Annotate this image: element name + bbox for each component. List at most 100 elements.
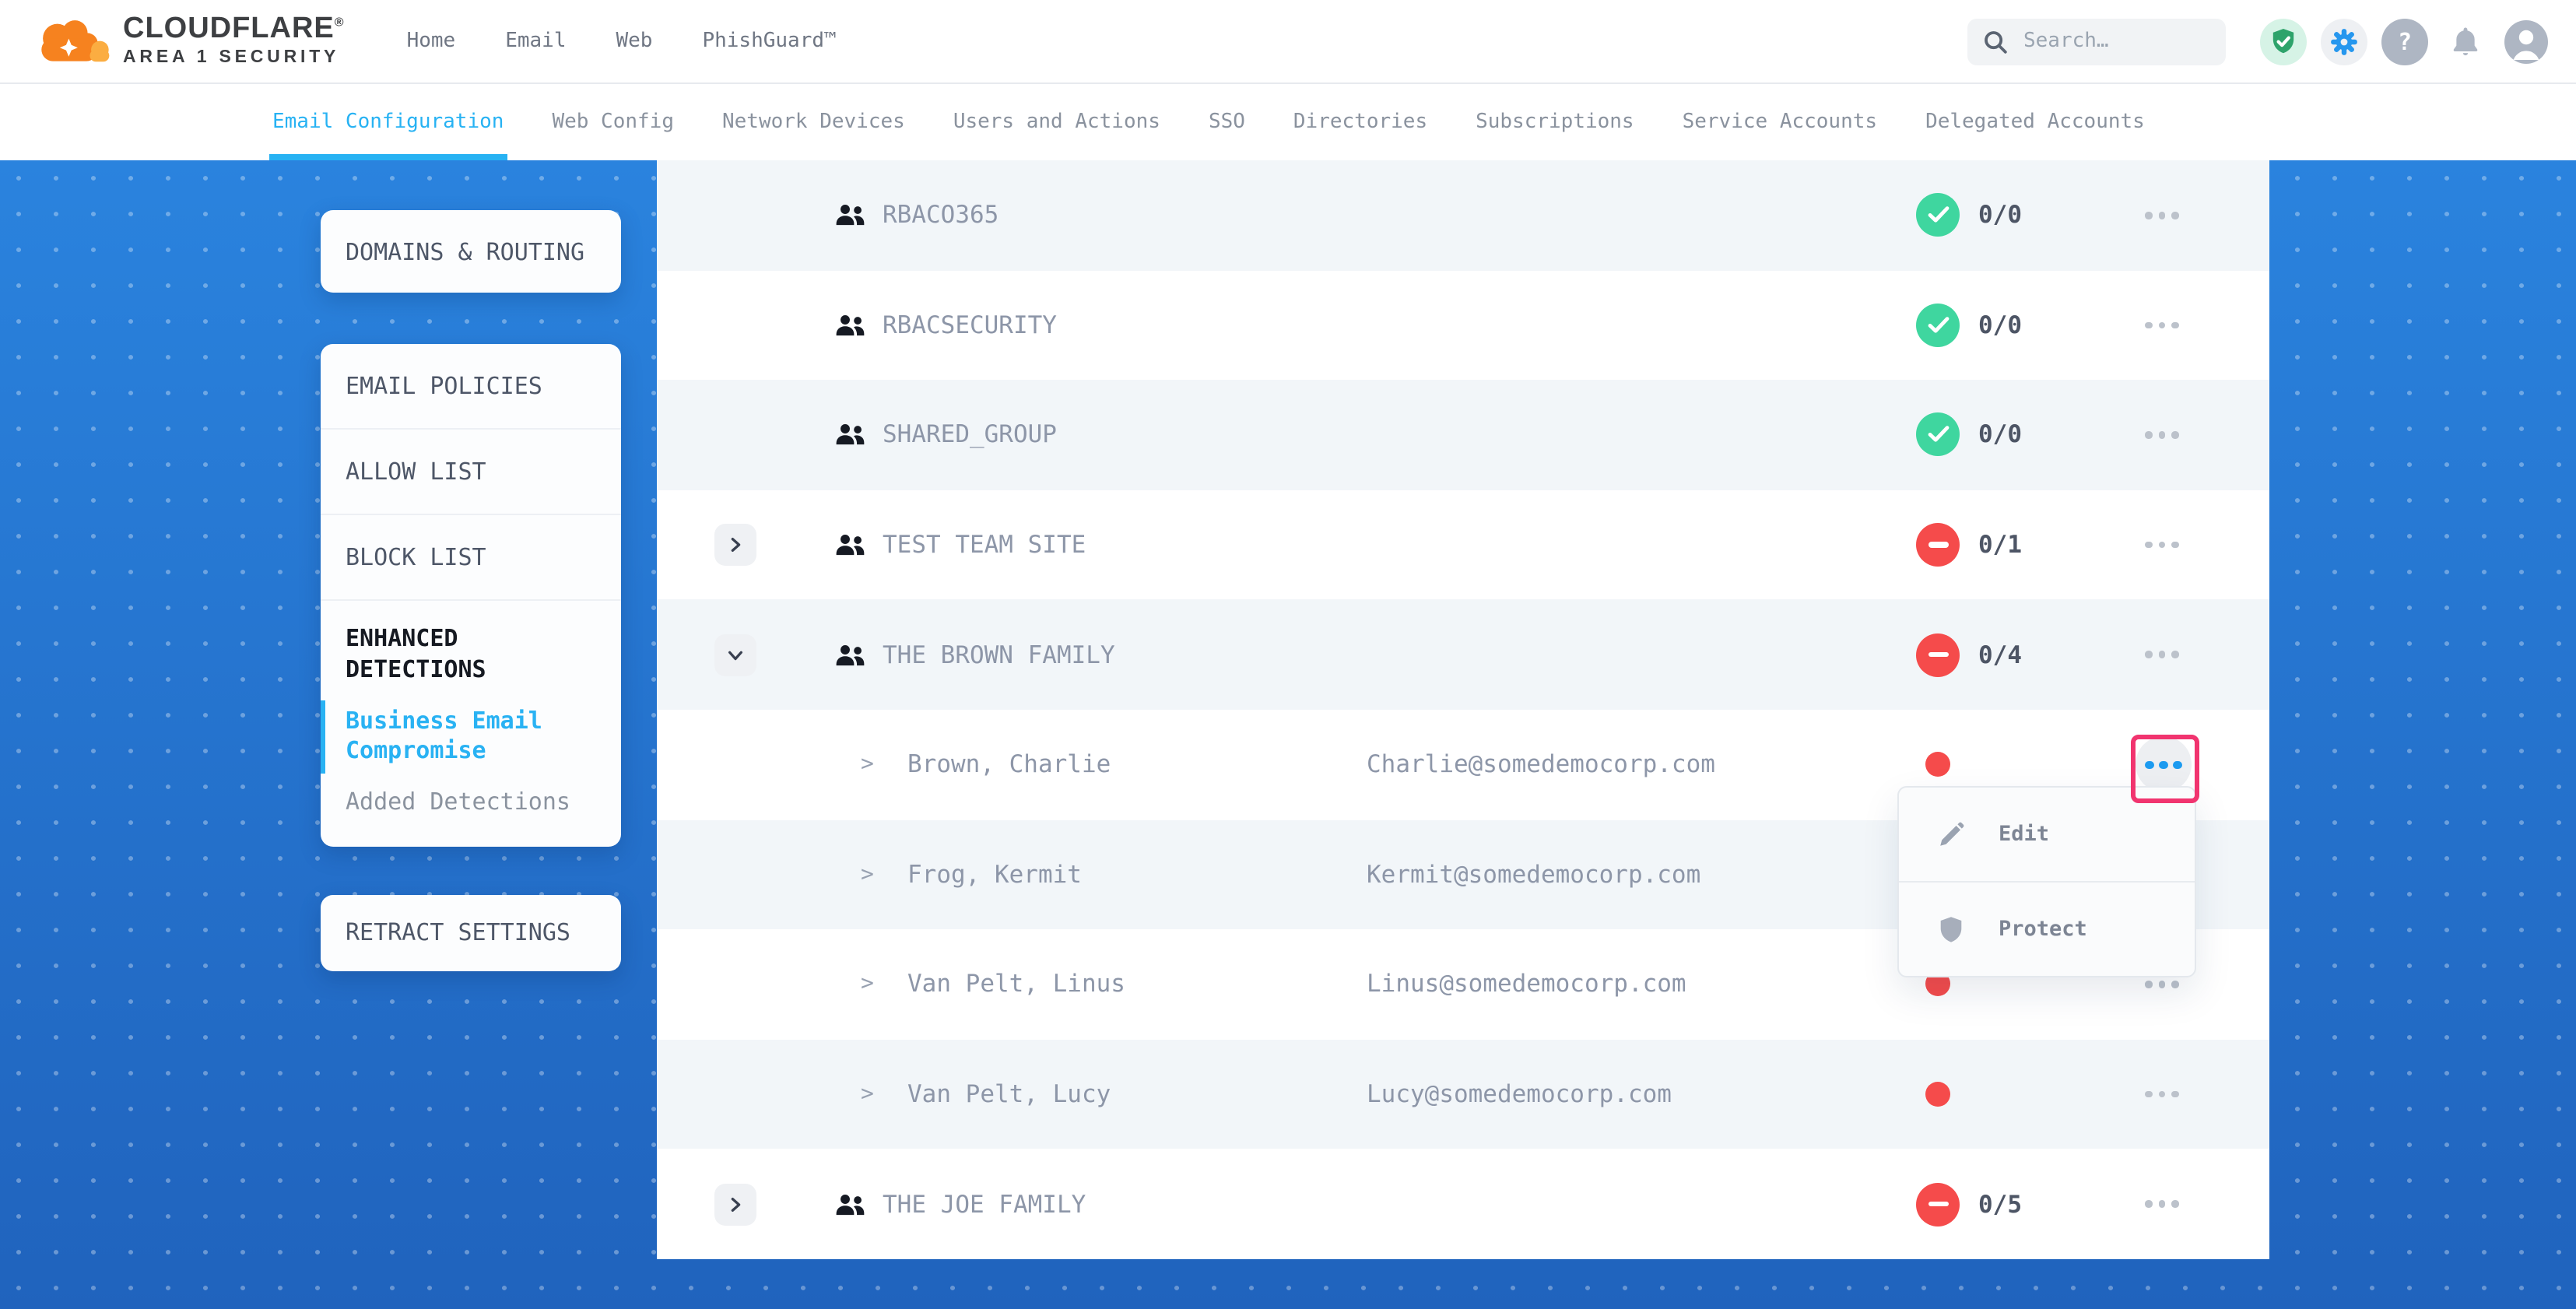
protected-count: 0/0 bbox=[1978, 202, 2022, 230]
tab-service-accounts[interactable]: Service Accounts bbox=[1683, 84, 1877, 160]
sidebar: DOMAINS & ROUTING EMAIL POLICIES ALLOW L… bbox=[321, 160, 621, 971]
group-people-icon bbox=[834, 643, 867, 666]
groups-table: RBACO365 0/0 RBACSECURITY bbox=[657, 160, 2269, 1259]
area1-security-app: CLOUDFLARE® AREA 1 SECURITY Home Email W… bbox=[0, 0, 2576, 1309]
brand-logo[interactable]: CLOUDFLARE® AREA 1 SECURITY bbox=[33, 9, 345, 74]
sidebar-item-added-detections[interactable]: Added Detections bbox=[346, 788, 599, 819]
primary-nav: Home Email Web PhishGuard™ bbox=[407, 30, 837, 53]
status-slot bbox=[1916, 1182, 1960, 1226]
sidebar-item-block-list[interactable]: BLOCK LIST bbox=[321, 514, 621, 599]
tab-directories[interactable]: Directories bbox=[1293, 84, 1427, 160]
table-row[interactable]: SHARED_GROUP 0/0 bbox=[657, 380, 2269, 490]
expand-chevron-right-button[interactable] bbox=[714, 1183, 756, 1225]
row-overflow-menu-button[interactable] bbox=[2136, 307, 2188, 344]
sidebar-item-business-email-compromise[interactable]: Business Email Compromise bbox=[346, 706, 599, 767]
shield-icon bbox=[1936, 914, 1966, 944]
tab-delegated-accounts[interactable]: Delegated Accounts bbox=[1925, 84, 2145, 160]
context-menu-label: Protect bbox=[1999, 917, 2087, 942]
search-icon bbox=[1983, 29, 2008, 54]
sidebar-item-domains-routing[interactable]: DOMAINS & ROUTING bbox=[321, 210, 621, 293]
collapse-chevron-down-button[interactable] bbox=[714, 633, 756, 676]
nav-link-home[interactable]: Home bbox=[407, 30, 456, 53]
nav-link-web[interactable]: Web bbox=[616, 30, 653, 53]
tab-network-devices[interactable]: Network Devices bbox=[722, 84, 905, 160]
table-row[interactable]: RBACSECURITY 0/0 bbox=[657, 270, 2269, 380]
row-overflow-menu-button[interactable] bbox=[2136, 636, 2188, 673]
status-dot bbox=[1925, 753, 1950, 777]
brand-name: CLOUDFLARE® bbox=[123, 15, 345, 44]
member-name: Brown, Charlie bbox=[907, 751, 1111, 779]
row-overflow-menu-button[interactable] bbox=[2136, 526, 2188, 563]
protected-count: 0/0 bbox=[1978, 421, 2022, 449]
group-people-icon bbox=[834, 314, 867, 337]
status-slot bbox=[1916, 304, 1960, 347]
protected-count: 0/5 bbox=[1978, 1190, 2022, 1218]
table-row[interactable]: THE JOE FAMILY 0/5 bbox=[657, 1149, 2269, 1259]
tab-web-config[interactable]: Web Config bbox=[552, 84, 674, 160]
top-header: CLOUDFLARE® AREA 1 SECURITY Home Email W… bbox=[0, 0, 2576, 84]
group-people-icon bbox=[834, 533, 867, 556]
group-people-icon bbox=[834, 423, 867, 447]
header-icons: ? bbox=[2260, 18, 2550, 65]
member-chevron[interactable]: > bbox=[861, 972, 874, 997]
table-row[interactable]: RBACO365 0/0 bbox=[657, 160, 2269, 270]
account-icon[interactable] bbox=[2503, 18, 2550, 65]
search-input[interactable] bbox=[2020, 28, 2213, 54]
status-slot bbox=[1916, 1072, 1960, 1116]
member-chevron[interactable]: > bbox=[861, 1082, 874, 1107]
row-overflow-menu-button[interactable] bbox=[2136, 416, 2188, 454]
sidebar-item-retract-settings[interactable]: RETRACT SETTINGS bbox=[321, 895, 621, 971]
group-name: TEST TEAM SITE bbox=[883, 531, 1086, 559]
context-menu-item-edit[interactable]: Edit bbox=[1899, 788, 2195, 881]
table-row[interactable]: > Van Pelt, Lucy Lucy@somedemocorp.com bbox=[657, 1040, 2269, 1149]
nav-link-phishguard[interactable]: PhishGuard™ bbox=[702, 30, 836, 53]
pencil-icon bbox=[1936, 819, 1966, 849]
shield-check-icon[interactable] bbox=[2260, 18, 2307, 65]
context-menu-item-protect[interactable]: Protect bbox=[1899, 881, 2195, 976]
member-chevron[interactable]: > bbox=[861, 862, 874, 887]
sidebar-item-allow-list[interactable]: ALLOW LIST bbox=[321, 428, 621, 514]
status-dot bbox=[1925, 1082, 1950, 1107]
table-row[interactable]: THE BROWN FAMILY 0/4 bbox=[657, 600, 2269, 710]
status-fail-icon bbox=[1916, 1182, 1960, 1226]
member-email: Lucy@somedemocorp.com bbox=[1367, 1080, 1672, 1108]
tab-subscriptions[interactable]: Subscriptions bbox=[1476, 84, 1634, 160]
notifications-bell-icon[interactable] bbox=[2442, 18, 2489, 65]
nav-link-email[interactable]: Email bbox=[505, 30, 566, 53]
protected-count: 0/1 bbox=[1978, 531, 2022, 559]
group-people-icon bbox=[834, 1192, 867, 1216]
status-pass-icon bbox=[1916, 413, 1960, 457]
protected-count: 0/0 bbox=[1978, 311, 2022, 339]
group-name: RBACO365 bbox=[883, 202, 998, 230]
row-overflow-menu-button-active[interactable] bbox=[2136, 737, 2192, 793]
row-overflow-menu-button[interactable] bbox=[2136, 1076, 2188, 1113]
sidebar-item-email-policies[interactable]: EMAIL POLICIES bbox=[321, 344, 621, 428]
sidebar-item-enhanced-detections[interactable]: ENHANCED DETECTIONS bbox=[346, 624, 599, 686]
settings-gear-icon[interactable] bbox=[2321, 18, 2367, 65]
status-slot bbox=[1916, 413, 1960, 457]
member-name: Van Pelt, Linus bbox=[907, 970, 1125, 998]
row-overflow-menu-button[interactable] bbox=[2136, 197, 2188, 234]
table-row[interactable]: TEST TEAM SITE 0/1 bbox=[657, 490, 2269, 600]
tab-sso[interactable]: SSO bbox=[1209, 84, 1245, 160]
member-name: Van Pelt, Lucy bbox=[907, 1080, 1111, 1108]
tab-email-configuration[interactable]: Email Configuration bbox=[272, 84, 504, 160]
row-context-menu: Edit Protect bbox=[1897, 786, 2196, 977]
secondary-nav: Email Configuration Web Config Network D… bbox=[0, 84, 2576, 160]
search-box[interactable] bbox=[1967, 18, 2226, 65]
member-email: Kermit@somedemocorp.com bbox=[1367, 861, 1700, 889]
group-name: SHARED_GROUP bbox=[883, 421, 1057, 449]
group-name: THE BROWN FAMILY bbox=[883, 640, 1115, 669]
expand-chevron-right-button[interactable] bbox=[714, 524, 756, 566]
status-slot bbox=[1916, 523, 1960, 567]
status-slot bbox=[1916, 633, 1960, 676]
tab-users-and-actions[interactable]: Users and Actions bbox=[953, 84, 1160, 160]
header-right: ? bbox=[1967, 18, 2550, 65]
member-chevron[interactable]: > bbox=[861, 753, 874, 777]
status-slot bbox=[1916, 194, 1960, 237]
help-icon[interactable]: ? bbox=[2381, 18, 2428, 65]
status-slot bbox=[1916, 743, 1960, 787]
cloudflare-cloud-icon bbox=[33, 12, 114, 74]
sidebar-section-enhanced-detections: ENHANCED DETECTIONS Business Email Compr… bbox=[321, 599, 621, 840]
row-overflow-menu-button[interactable] bbox=[2136, 1185, 2188, 1223]
